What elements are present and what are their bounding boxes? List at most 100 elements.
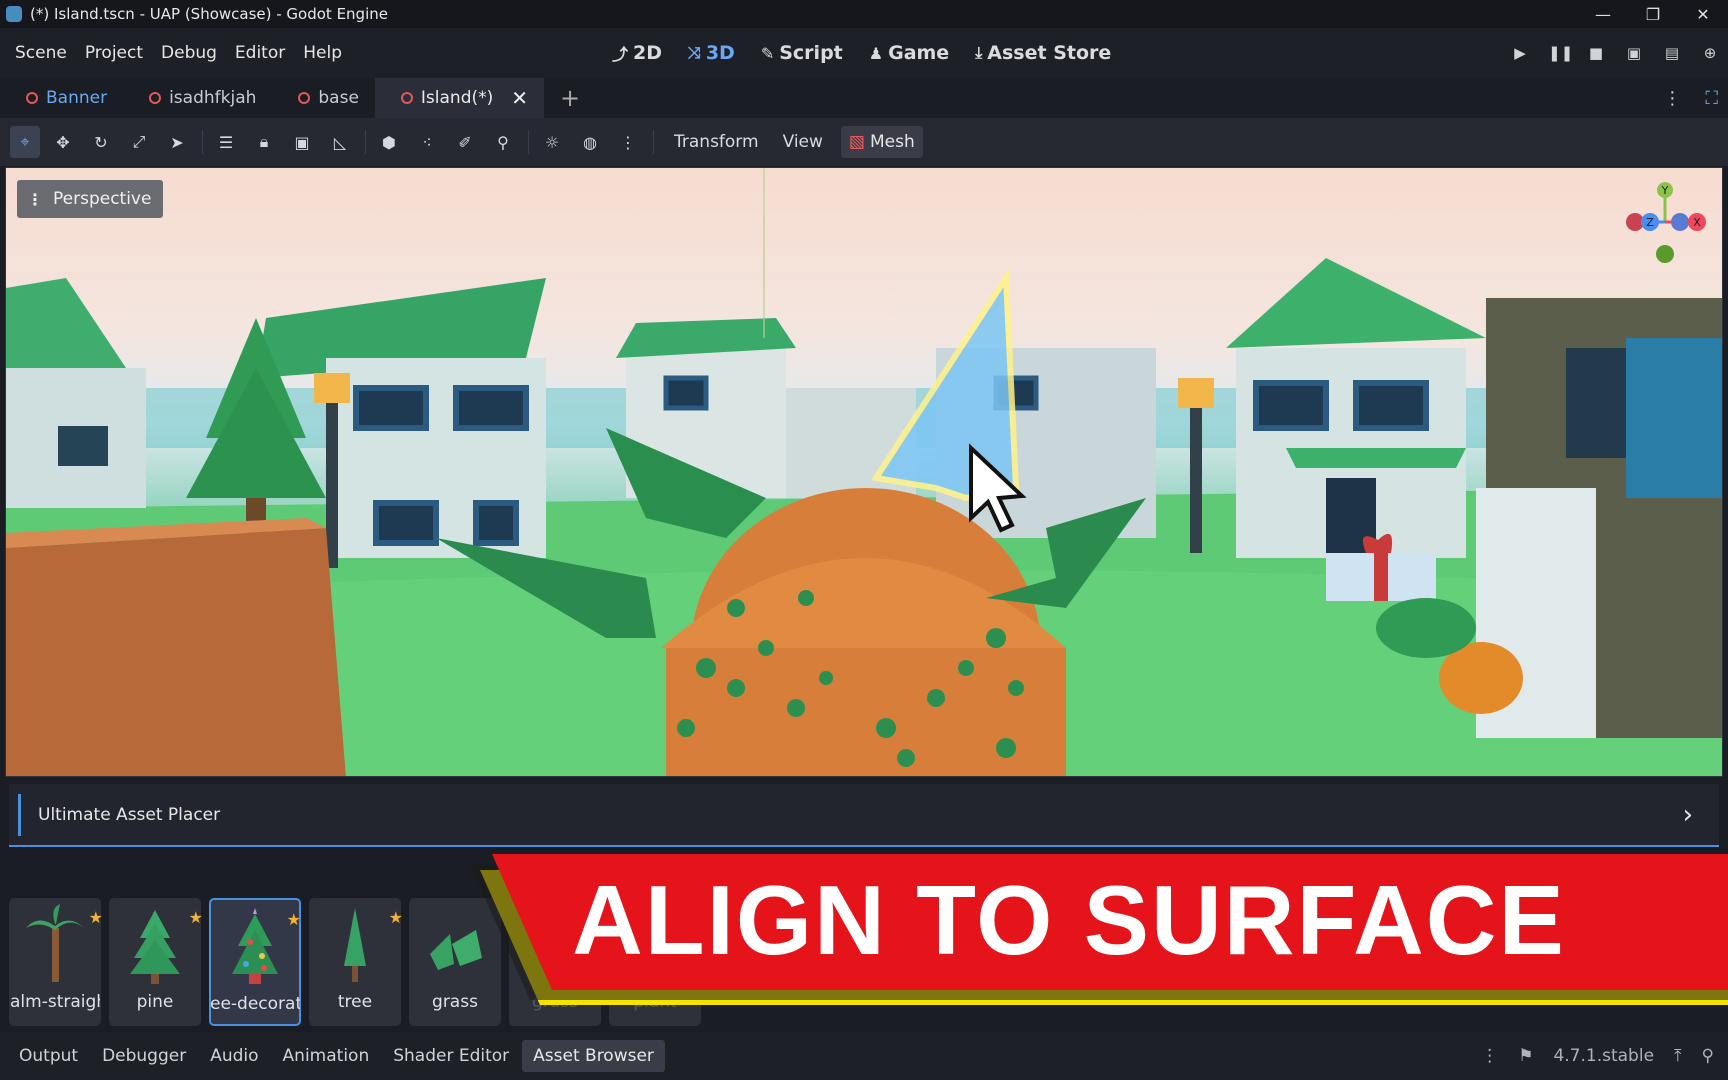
local-space-icon[interactable]: ⬢	[374, 126, 404, 158]
tab-animation[interactable]: Animation	[272, 1040, 381, 1072]
orientation-gizmo[interactable]: Y X Z	[1620, 182, 1710, 272]
palm-tree-icon	[26, 904, 84, 982]
rotate-mode-icon[interactable]: ↻	[86, 126, 116, 158]
scene-root-icon	[400, 92, 413, 104]
godot-logo-icon	[6, 6, 22, 22]
scene-tab-bar: Banner isadhfkjah base Island(*) ✕ + ⋮ ⛶	[0, 78, 1728, 118]
perspective-menu-button[interactable]: ⋮ Perspective	[17, 180, 164, 218]
snap-icon[interactable]: ⁖	[412, 126, 442, 158]
more-options-icon[interactable]: ⋮	[1481, 1046, 1498, 1066]
scene-root-icon	[26, 92, 38, 104]
select-mode-icon[interactable]: ⌖	[10, 126, 40, 158]
scene-root-icon	[149, 92, 162, 104]
scene-tab-island[interactable]: Island(*) ✕	[374, 78, 545, 118]
title-bar: (*) Island.tscn - UAP (Showcase) - Godot…	[0, 0, 1728, 28]
3d-viewport[interactable]: ⋮ Perspective Y X Z	[5, 167, 1723, 777]
close-window-icon[interactable]: ✕	[1678, 0, 1728, 28]
favorite-star-icon[interactable]: ★	[389, 908, 403, 927]
tab-output[interactable]: Output	[8, 1040, 89, 1072]
transform-menu[interactable]: Transform	[674, 132, 759, 152]
scene-tab-banner[interactable]: Banner	[0, 78, 123, 118]
add-scene-tab-button[interactable]: +	[544, 78, 596, 118]
expand-panel-icon[interactable]: ⤒	[1674, 1046, 1682, 1066]
move-mode-icon[interactable]: ✥	[48, 126, 78, 158]
view-menu[interactable]: View	[783, 132, 823, 152]
scene-tab-base[interactable]: base	[272, 78, 375, 118]
menu-help[interactable]: Help	[294, 43, 351, 63]
scene-render	[6, 168, 1722, 776]
align-icon[interactable]: ☰	[211, 126, 241, 158]
workspace-script-button[interactable]: ✎ Script	[761, 42, 843, 64]
bottom-panel-bar: Output Debugger Audio Animation Shader E…	[0, 1032, 1728, 1080]
tab-asset-browser[interactable]: Asset Browser	[522, 1040, 665, 1072]
favorite-star-icon[interactable]: ★	[89, 908, 103, 927]
tab-shader-editor[interactable]: Shader Editor	[382, 1040, 520, 1072]
menu-editor[interactable]: Editor	[226, 43, 294, 63]
3d-icon: ⤨	[688, 43, 701, 62]
run-controls: ▶ ❚❚ ■ ▣ ▤ ⊕	[1510, 28, 1720, 78]
2d-icon: ⤴	[612, 45, 629, 64]
chevron-right-icon[interactable]: ›	[1683, 800, 1693, 830]
scale-mode-icon[interactable]: ⤢	[124, 126, 154, 158]
tab-debugger[interactable]: Debugger	[91, 1040, 197, 1072]
group-icon[interactable]: ▣	[287, 126, 317, 158]
update-spinner-icon: ⚑	[1518, 1046, 1534, 1066]
asset-tile-palm[interactable]: ★ alm-straigh	[9, 898, 103, 1026]
mesh-menu-button[interactable]: ▧ Mesh	[840, 126, 923, 158]
play-icon[interactable]: ▶	[1510, 44, 1530, 62]
pin-panel-icon[interactable]: ⚲	[1702, 1046, 1714, 1066]
lock-icon[interactable]: 🔒︎	[249, 126, 279, 158]
window-title: (*) Island.tscn - UAP (Showcase) - Godot…	[30, 5, 388, 23]
play-custom-scene-icon[interactable]: ▤	[1662, 44, 1682, 62]
pin-icon[interactable]: ⚲	[488, 126, 518, 158]
pause-icon[interactable]: ❚❚	[1548, 44, 1573, 62]
movie-maker-icon[interactable]: ⊕	[1700, 44, 1720, 62]
asset-tile-tree[interactable]: ★ tree	[309, 898, 403, 1026]
banner-text: ALIGN TO SURFACE	[572, 865, 1566, 975]
distraction-free-icon[interactable]: ⛶	[1705, 88, 1718, 109]
more-options-icon[interactable]: ⋮	[1663, 88, 1681, 109]
environment-preview-icon[interactable]: ◍	[575, 126, 605, 158]
workspace-3d-button[interactable]: ⤨ 3D	[688, 42, 735, 64]
stop-icon[interactable]: ■	[1586, 44, 1606, 62]
pine-tree-icon	[130, 910, 180, 984]
workspace-asset-store-button[interactable]: ⤓ Asset Store	[975, 42, 1111, 64]
ruler-icon[interactable]: ◺	[325, 126, 355, 158]
asset-placer-header[interactable]: Ultimate Asset Placer ›	[9, 784, 1719, 847]
sun-preview-icon[interactable]: ☼	[537, 126, 567, 158]
align-to-surface-banner: ALIGN TO SURFACE	[470, 850, 1728, 1010]
favorite-star-icon[interactable]: ★	[287, 910, 301, 929]
toolbar-divider	[528, 130, 529, 154]
window-controls: — ❐ ✕	[1578, 0, 1728, 28]
accent-bar	[18, 793, 21, 836]
paint-icon[interactable]: ✐	[450, 126, 480, 158]
tab-audio[interactable]: Audio	[199, 1040, 269, 1072]
favorite-star-icon[interactable]: ★	[189, 908, 203, 927]
minimize-icon[interactable]: —	[1578, 0, 1628, 28]
asset-name: alm-straigh	[10, 992, 100, 1012]
asset-tile-tree-decorated[interactable]: ★ ee-decorate	[209, 898, 301, 1026]
menu-project[interactable]: Project	[76, 43, 152, 63]
asset-name: pine	[136, 992, 174, 1012]
asset-name: ee-decorate	[210, 994, 300, 1014]
close-tab-icon[interactable]: ✕	[511, 86, 528, 110]
workspace-switcher: ⤴ 2D ⤨ 3D ✎ Script ♟ Game ⤓ Asset Store	[612, 28, 1111, 78]
menu-scene[interactable]: Scene	[6, 43, 76, 63]
workspace-2d-button[interactable]: ⤴ 2D	[612, 41, 662, 65]
workspace-game-button[interactable]: ♟ Game	[869, 42, 949, 64]
restore-icon[interactable]: ❐	[1628, 0, 1678, 28]
download-icon: ⤓	[975, 43, 983, 62]
asset-tile-pine[interactable]: ★ pine	[109, 898, 203, 1026]
play-scene-icon[interactable]: ▣	[1624, 44, 1644, 62]
menu-debug[interactable]: Debug	[152, 43, 226, 63]
toolbar-divider	[365, 130, 366, 154]
toolbar-divider	[202, 130, 203, 154]
version-label: 4.7.1.stable	[1553, 1046, 1655, 1066]
script-icon: ✎	[760, 43, 775, 63]
scene-root-icon	[298, 92, 311, 104]
list-select-icon[interactable]: ➤	[162, 126, 192, 158]
asset-placer-title: Ultimate Asset Placer	[38, 804, 221, 825]
more-options-icon[interactable]: ⋮	[613, 126, 643, 158]
viewport-toolbar: ⌖ ✥ ↻ ⤢ ➤ ☰ 🔒︎ ▣ ◺ ⬢ ⁖ ✐ ⚲ ☼ ◍ ⋮ Transfo…	[0, 118, 1728, 166]
scene-tab-isadhfkjah[interactable]: isadhfkjah	[123, 78, 272, 118]
